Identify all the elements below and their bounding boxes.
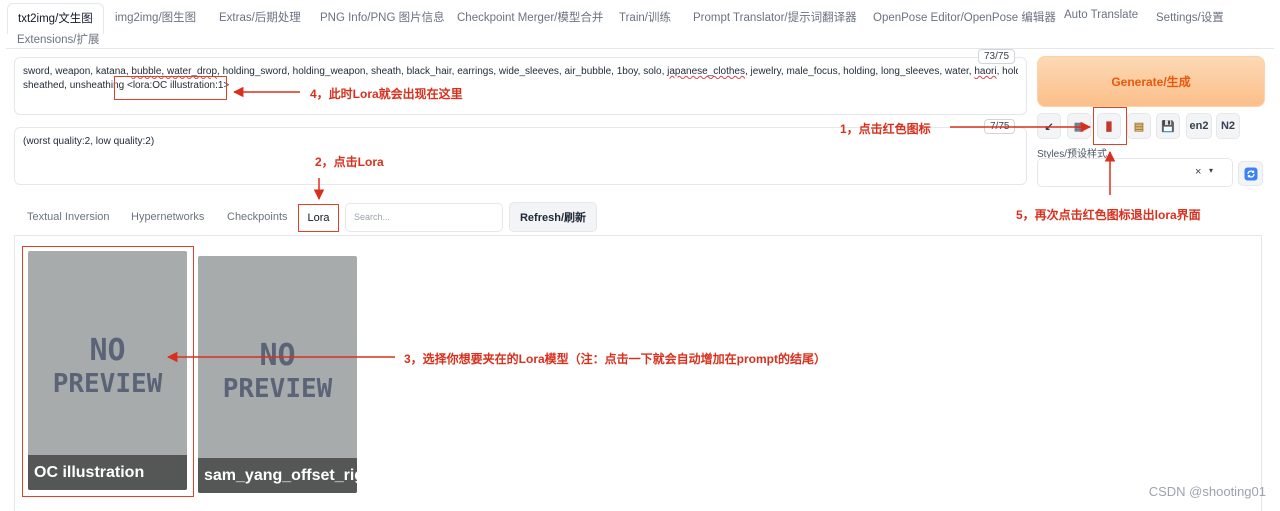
annotation-3: 3，选择你想要夹在的Lora模型（注：点击一下就会自动增加在prompt的结尾）	[404, 352, 827, 366]
watermark: CSDN @shooting01	[1148, 484, 1266, 499]
annotation-4: 4，此时Lora就会出现在这里	[310, 87, 463, 101]
annotation-1: 1，点击红色图标	[840, 122, 931, 136]
annotation-2: 2，点击Lora	[315, 155, 384, 169]
annotation-5: 5，再次点击红色图标退出lora界面	[1016, 208, 1201, 222]
annotation-arrows	[166, 86, 1116, 363]
